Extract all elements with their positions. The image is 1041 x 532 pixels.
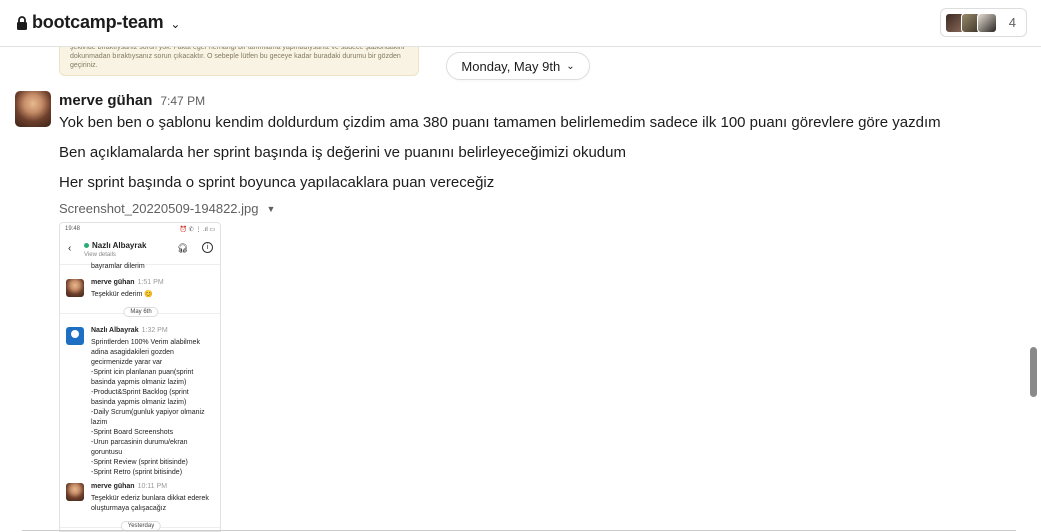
phone-msg-author-name: merve gühan bbox=[91, 483, 135, 490]
date-divider-button[interactable]: Monday, May 9th ⌄ bbox=[446, 52, 590, 80]
phone-cut-text: bayramlar dilerim bbox=[91, 263, 145, 270]
avatar[interactable] bbox=[15, 91, 51, 127]
phone-msg-text: Teşekkür ederiz bunlara dikkat ederek ol… bbox=[91, 495, 209, 512]
phone-msg-time: 10:11 PM bbox=[137, 483, 168, 490]
avatar bbox=[66, 279, 84, 297]
phone-chat-header: ‹ Nazlı Albayrak View details 🎧︎ i bbox=[60, 237, 220, 265]
phone-msg-text: Sprintlerden 100% Verim alabilmek adina … bbox=[91, 339, 205, 476]
phone-date-divider: May 6th bbox=[60, 307, 220, 319]
screenshot-image[interactable]: 19:48 ⏰ ✆ ⋮ .ıl ▭ ‹ Nazlı Albayrak View … bbox=[59, 222, 221, 532]
message-text: Ben açıklamalarda her sprint başında iş … bbox=[59, 144, 626, 161]
headphones-icon: 🎧︎ bbox=[177, 243, 189, 253]
message-author[interactable]: merve gühan bbox=[59, 92, 152, 109]
message-timestamp[interactable]: 7:47 PM bbox=[160, 94, 205, 108]
member-avatar bbox=[977, 12, 997, 33]
file-attachment-toggle[interactable]: Screenshot_20220509-194822.jpg ▼ bbox=[59, 201, 275, 216]
phone-msg-author: merve gühan 10:11 PM bbox=[91, 483, 167, 490]
phone-msg-author-name: Nazlı Albayrak bbox=[91, 327, 139, 334]
members-button[interactable]: 4 bbox=[940, 8, 1027, 37]
previous-image-text: şeklinde bıraktıysanız sorun yok. Fakat … bbox=[70, 44, 405, 69]
channel-name: bootcamp-team bbox=[32, 12, 164, 32]
phone-msg-author: Nazlı Albayrak 1:32 PM bbox=[91, 327, 168, 334]
phone-msg-author: merve gühan 1:51 PM bbox=[91, 279, 164, 286]
chevron-down-icon: ⌄ bbox=[566, 60, 575, 72]
message-header: merve gühan 7:47 PM bbox=[59, 92, 205, 109]
scrollbar-thumb[interactable] bbox=[1030, 347, 1037, 397]
phone-contact: Nazlı Albayrak bbox=[84, 241, 146, 250]
message-text: Yok ben ben o şablonu kendim doldurdum ç… bbox=[59, 114, 941, 131]
caret-down-icon: ▼ bbox=[266, 203, 276, 214]
back-arrow-icon: ‹ bbox=[68, 243, 72, 254]
phone-msg-time: 1:32 PM bbox=[141, 327, 168, 334]
phone-msg-text: Teşekkür ederim 😊 bbox=[91, 291, 154, 298]
phone-msg-author-name: merve gühan bbox=[91, 279, 135, 286]
phone-msg-time: 1:51 PM bbox=[137, 279, 164, 286]
phone-date-label: May 6th bbox=[123, 307, 159, 317]
message-text: Her sprint başında o sprint boyunca yapı… bbox=[59, 174, 495, 191]
divider bbox=[22, 530, 1016, 531]
online-status-icon bbox=[84, 243, 89, 248]
phone-status-bar: 19:48 ⏰ ✆ ⋮ .ıl ▭ bbox=[60, 223, 220, 237]
phone-status-time: 19:48 bbox=[65, 226, 81, 232]
channel-name-button[interactable]: bootcamp-team ⌄ bbox=[16, 12, 180, 33]
chevron-down-icon: ⌄ bbox=[170, 16, 181, 31]
lock-icon bbox=[17, 15, 27, 30]
date-divider-label: Monday, May 9th bbox=[461, 58, 561, 74]
avatar bbox=[66, 327, 84, 345]
avatar bbox=[66, 483, 84, 501]
channel-header: bootcamp-team ⌄ 4 bbox=[0, 0, 1041, 47]
member-count: 4 bbox=[1008, 15, 1016, 30]
phone-contact-name: Nazlı Albayrak bbox=[92, 241, 147, 250]
info-icon: i bbox=[202, 242, 213, 253]
phone-status-icons: ⏰ ✆ ⋮ .ıl ▭ bbox=[179, 227, 215, 233]
phone-view-details: View details bbox=[84, 252, 116, 258]
file-name: Screenshot_20220509-194822.jpg bbox=[59, 201, 259, 216]
